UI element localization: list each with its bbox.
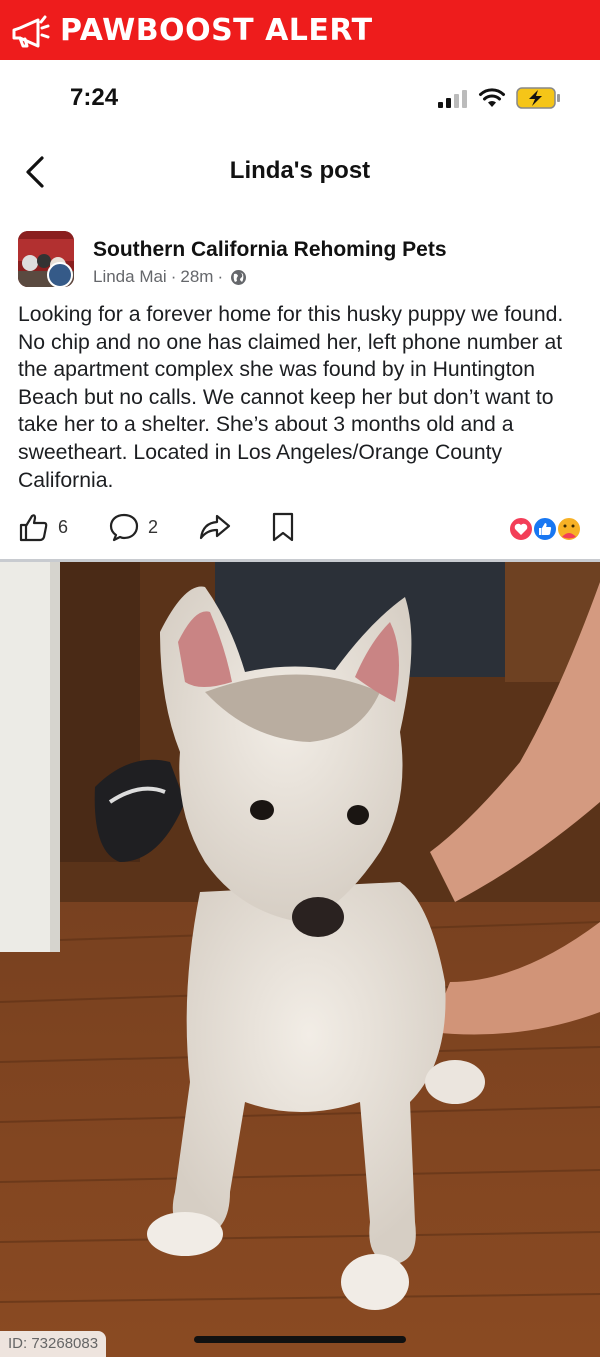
group-avatar[interactable] [18,231,74,287]
listing-id: ID: 73268083 [0,1331,107,1357]
bookmark-icon [272,512,294,542]
cellular-signal-icon [438,90,467,108]
clock-time: 7:24 [70,84,119,111]
thumbs-up-icon [19,514,48,542]
globe-icon [231,269,247,285]
post-actions: 6 2 [0,505,600,549]
home-indicator[interactable] [194,1336,406,1343]
share-arrow-icon [199,514,231,540]
wifi-icon [479,88,505,107]
page-title: Linda's post [229,157,371,184]
love-icon [508,516,534,542]
care-icon [556,516,582,542]
alert-title: PAWBOOST ALERT [60,12,373,48]
meta-separator: · [217,267,224,286]
post-text: Looking for a forever home for this husk… [18,303,564,492]
post-photo[interactable] [0,562,600,1357]
like-button[interactable]: 6 [18,511,68,543]
comment-bubble-icon [109,513,139,542]
comment-button[interactable]: 2 [108,511,158,543]
battery-charging-icon [516,87,560,109]
megaphone-icon [12,15,50,48]
post-time[interactable]: 28m [180,267,213,287]
meta-separator: · [170,267,177,286]
share-button[interactable] [198,511,232,543]
post-header: Linda's post [0,140,600,204]
save-button[interactable] [270,511,296,543]
post-meta: Linda Mai · 28m · [93,267,247,287]
alert-banner: PAWBOOST ALERT [0,0,600,60]
comment-count: 2 [148,516,159,537]
like-icon [532,516,558,542]
status-bar: 7:24 [0,60,600,140]
like-count: 6 [58,516,69,537]
reactions-summary[interactable] [507,515,587,543]
group-name[interactable]: Southern California Rehoming Pets [93,238,447,262]
author-name[interactable]: Linda Mai [93,267,167,287]
